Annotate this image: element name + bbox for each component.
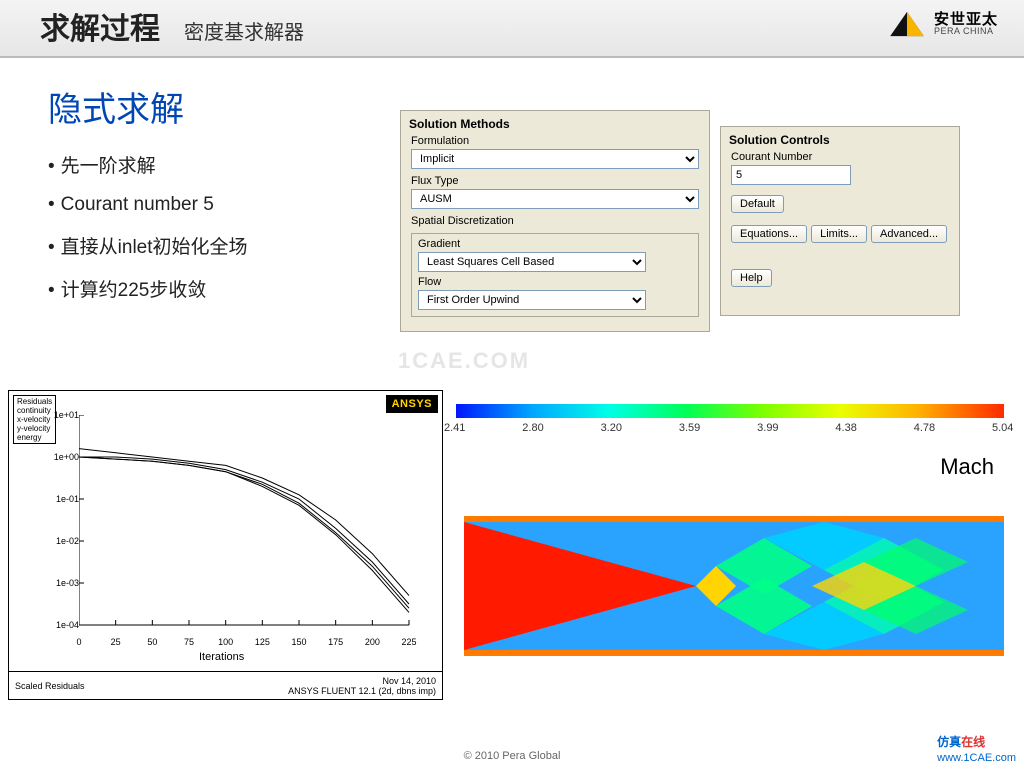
equations-button[interactable]: Equations... bbox=[731, 225, 807, 243]
colorbar-tick: 5.04 bbox=[992, 422, 1013, 434]
logo-triangle-icon bbox=[888, 10, 926, 38]
x-axis-label: Iterations bbox=[199, 651, 244, 663]
colorbar-tick: 3.99 bbox=[757, 422, 778, 434]
panel-title: Solution Methods bbox=[401, 111, 709, 133]
panel-title: Solution Controls bbox=[721, 127, 959, 149]
flow-field-svg bbox=[464, 516, 1004, 656]
header: 求解过程 密度基求解器 bbox=[0, 0, 1024, 58]
colorbar-tick: 3.59 bbox=[679, 422, 700, 434]
spatial-label: Spatial Discretization bbox=[401, 213, 709, 229]
residual-plot: Residuals continuity x-velocity y-veloci… bbox=[8, 390, 443, 700]
spatial-fieldset: Gradient Least Squares Cell Based Flow F… bbox=[411, 233, 699, 317]
watermark-center: 1CAE.COM bbox=[398, 348, 530, 374]
plot-footer: Scaled Residuals Nov 14, 2010ANSYS FLUEN… bbox=[9, 671, 442, 699]
default-button[interactable]: Default bbox=[731, 195, 784, 213]
flux-select[interactable]: AUSM bbox=[411, 189, 699, 209]
brand-logo: 安世亚太 PERA CHINA bbox=[888, 10, 998, 38]
mach-label: Mach bbox=[940, 454, 994, 480]
help-button[interactable]: Help bbox=[731, 269, 772, 287]
footer-left: Scaled Residuals bbox=[15, 681, 85, 691]
formulation-label: Formulation bbox=[401, 133, 709, 149]
gradient-label: Gradient bbox=[418, 238, 692, 252]
page-title: 求解过程 bbox=[40, 4, 160, 48]
colorbar-tick: 2.80 bbox=[522, 422, 543, 434]
solution-methods-panel: Solution Methods Formulation Implicit Fl… bbox=[400, 110, 710, 332]
courant-input[interactable] bbox=[731, 165, 851, 185]
colorbar-tick: 4.38 bbox=[835, 422, 856, 434]
courant-label: Courant Number bbox=[721, 149, 959, 165]
gradient-select[interactable]: Least Squares Cell Based bbox=[418, 252, 646, 272]
formulation-select[interactable]: Implicit bbox=[411, 149, 699, 169]
page-subtitle: 密度基求解器 bbox=[184, 16, 304, 48]
residual-chart-svg bbox=[79, 415, 419, 635]
colorbar-tick: 3.20 bbox=[601, 422, 622, 434]
logo-text-cn: 安世亚太 bbox=[934, 12, 998, 27]
advanced-button[interactable]: Advanced... bbox=[871, 225, 947, 243]
solution-controls-panel: Solution Controls Courant Number Default… bbox=[720, 126, 960, 316]
ansys-logo: ANSYS bbox=[386, 395, 438, 413]
limits-button[interactable]: Limits... bbox=[811, 225, 867, 243]
logo-text-en: PERA CHINA bbox=[934, 27, 998, 36]
colorbar-tick: 2.41 bbox=[444, 422, 465, 434]
flow-label: Flow bbox=[418, 276, 692, 290]
colorbar-tick: 4.78 bbox=[914, 422, 935, 434]
colorbar bbox=[456, 404, 1004, 418]
flow-select[interactable]: First Order Upwind bbox=[418, 290, 646, 310]
watermark-corner: 仿真在线 www.1CAE.com bbox=[937, 733, 1016, 764]
copyright: © 2010 Pera Global bbox=[0, 750, 1024, 762]
flux-label: Flux Type bbox=[401, 173, 709, 189]
mach-contour-plot: Mach 2.412.803.203.593.994.384.785.04 bbox=[448, 390, 1012, 700]
